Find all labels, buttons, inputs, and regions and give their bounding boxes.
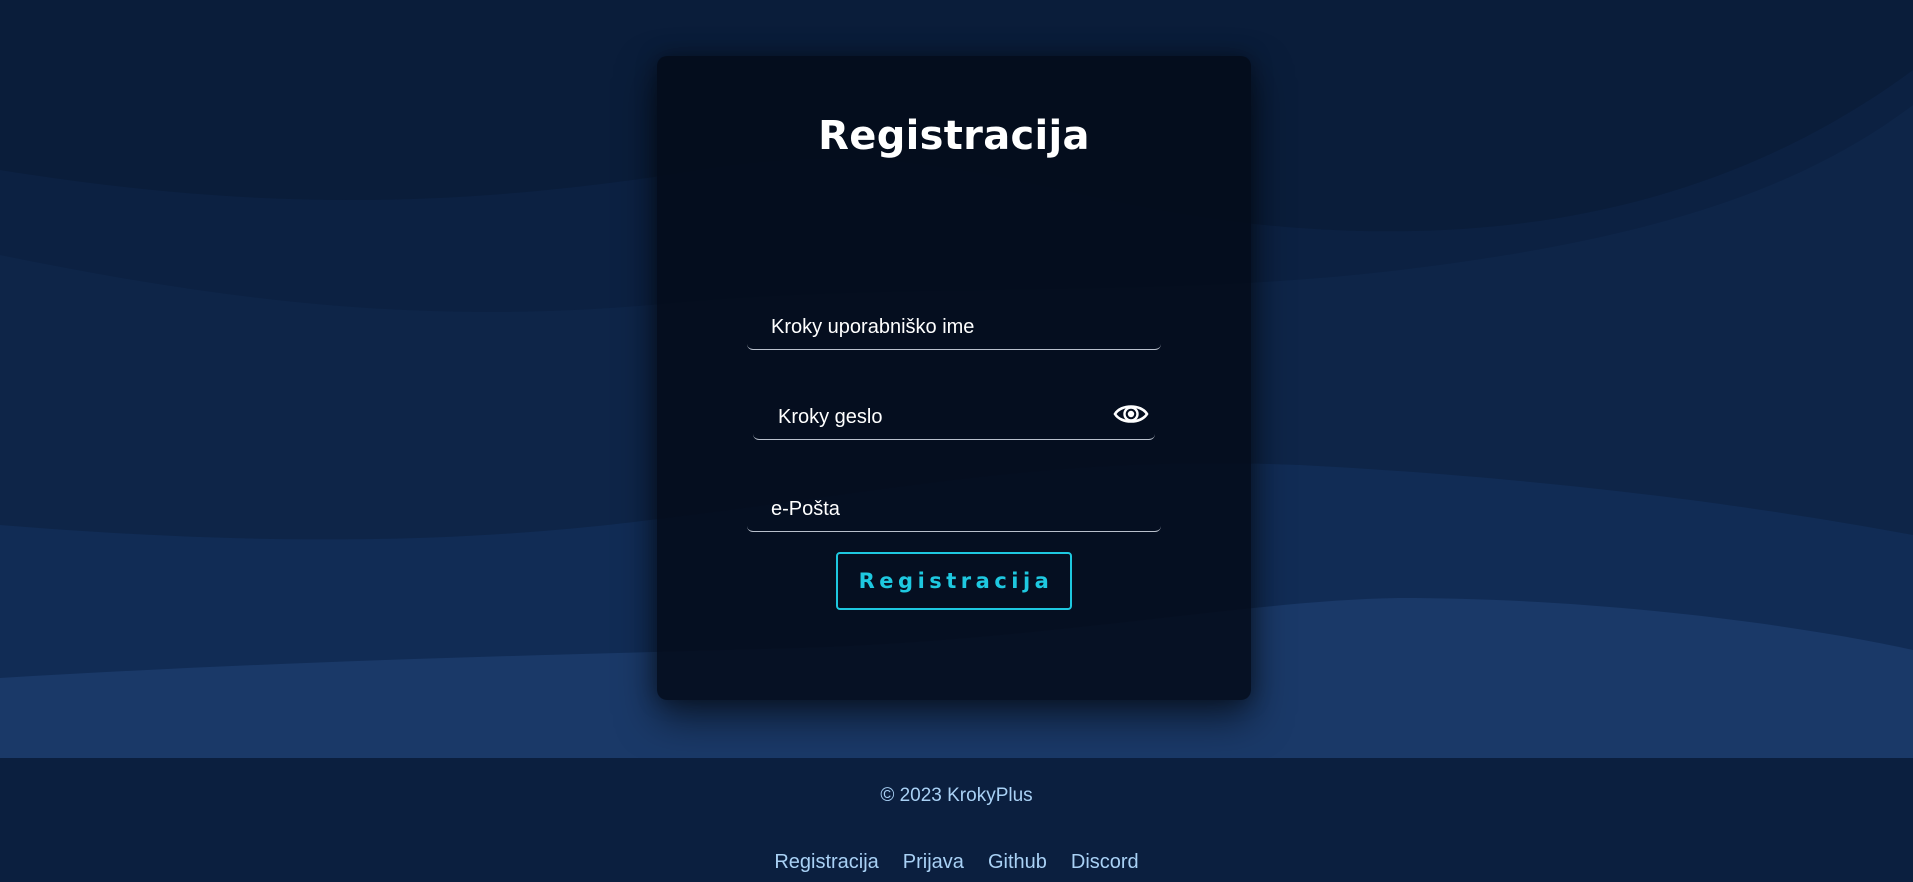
registration-card: Registracija Registracija [657,56,1251,700]
register-button[interactable]: Registracija [836,552,1072,610]
footer-nav: Registracija Prijava Github Discord [0,850,1913,874]
password-field [753,390,1155,440]
email-field [747,482,1161,532]
username-field [747,300,1161,350]
footer-link-discord[interactable]: Discord [1071,850,1139,874]
footer-link-github[interactable]: Github [988,850,1047,874]
email-input[interactable] [771,494,1101,524]
footer-link-registracija[interactable]: Registracija [774,850,878,874]
username-input[interactable] [771,312,1101,342]
copyright-text: © 2023 KrokyPlus [880,785,1033,806]
footer: © 2023 KrokyPlus Registracija Prijava Gi… [0,758,1913,882]
password-input[interactable] [778,402,1095,432]
footer-link-prijava[interactable]: Prijava [903,850,964,874]
eye-icon[interactable] [1113,400,1149,428]
page-title: Registracija [818,113,1090,159]
